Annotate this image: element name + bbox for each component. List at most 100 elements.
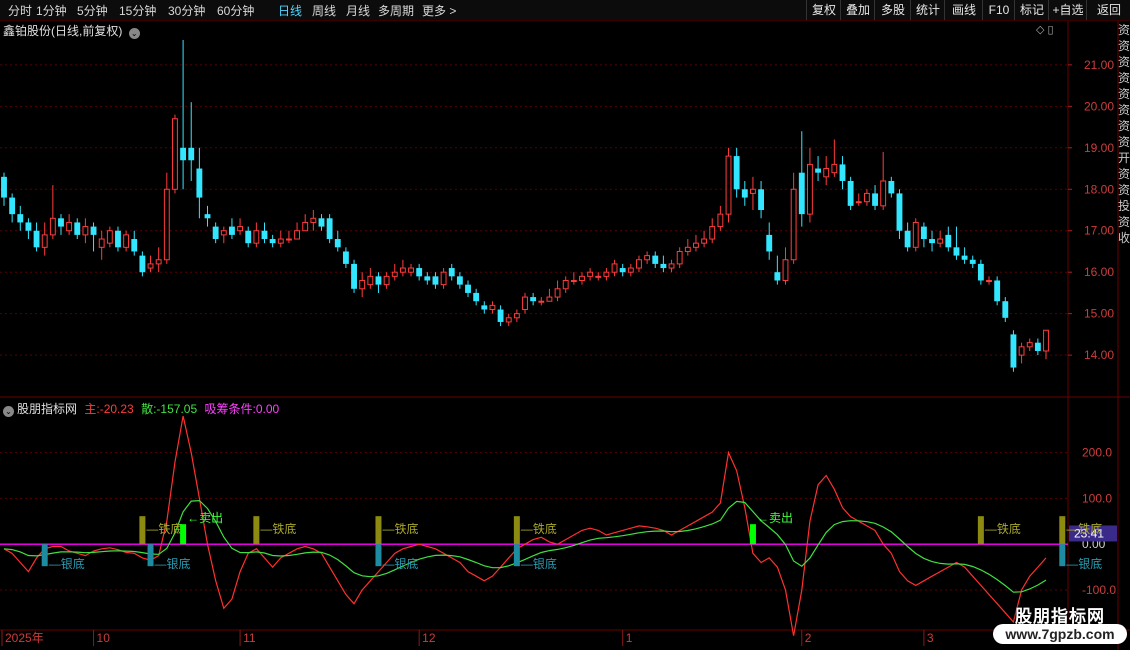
candle-body bbox=[652, 255, 659, 264]
candle-body bbox=[806, 163, 813, 215]
x-axis-label: 2025年 bbox=[5, 631, 44, 645]
candle-body bbox=[863, 192, 870, 203]
candle-body bbox=[1026, 342, 1033, 348]
candle-body bbox=[489, 304, 496, 311]
candle-body bbox=[798, 172, 805, 215]
x-axis-label: 3 bbox=[927, 631, 934, 645]
candle-body bbox=[465, 284, 471, 293]
candle-body bbox=[741, 189, 748, 198]
candle-body bbox=[1002, 301, 1009, 318]
yin-di-label: —银底 bbox=[521, 556, 557, 571]
candle-body bbox=[318, 218, 325, 227]
candle-body bbox=[717, 213, 724, 228]
candle-body bbox=[229, 226, 235, 235]
tie-di-bar bbox=[977, 516, 984, 545]
candle-body bbox=[790, 188, 797, 261]
candle-body bbox=[106, 230, 113, 244]
yin-di-bar bbox=[147, 544, 154, 567]
x-axis-label: 1 bbox=[626, 631, 633, 645]
x-axis-label: 12 bbox=[422, 631, 436, 645]
kline-chart[interactable]: 21.00 20.00 19.00 18.00 17.00 16.00 15.00 14.00… bbox=[0, 0, 1130, 650]
yin-di-bar bbox=[1059, 544, 1066, 567]
candle-body bbox=[1043, 329, 1049, 352]
candle-body bbox=[1034, 342, 1041, 351]
candle-body bbox=[969, 259, 976, 264]
candle-body bbox=[701, 238, 708, 244]
candle-body bbox=[253, 230, 260, 244]
candle-body bbox=[733, 156, 740, 190]
candle-body bbox=[123, 234, 130, 248]
candle-body bbox=[408, 267, 414, 273]
candle-body bbox=[619, 268, 626, 273]
price-tick-label: 14.00 bbox=[1084, 348, 1114, 362]
tie-di-label: —铁底 bbox=[985, 521, 1021, 536]
sell-bar bbox=[749, 524, 756, 545]
candle-body bbox=[546, 296, 553, 302]
candle-body bbox=[367, 275, 374, 286]
candle-body bbox=[570, 279, 577, 282]
sell-label: ←卖出 bbox=[757, 511, 793, 525]
sell-label: ←卖出 bbox=[187, 511, 223, 525]
candle-body bbox=[237, 226, 244, 232]
candle-body bbox=[611, 263, 618, 273]
candle-body bbox=[399, 267, 406, 273]
candle-body bbox=[115, 230, 121, 248]
candle-body bbox=[961, 255, 968, 260]
candle-body bbox=[627, 267, 634, 273]
candle-body bbox=[204, 214, 211, 219]
candle-body bbox=[25, 222, 32, 231]
candle-body bbox=[473, 292, 480, 302]
yin-di-label: —银底 bbox=[155, 556, 191, 571]
candle-body bbox=[188, 147, 195, 161]
tie-di-label: —铁底 bbox=[146, 521, 182, 536]
candle-body bbox=[1018, 346, 1025, 356]
candle-body bbox=[644, 255, 651, 261]
candle-body bbox=[920, 226, 927, 240]
tie-di-label: —铁底 bbox=[260, 521, 296, 536]
yin-di-bar bbox=[513, 544, 520, 567]
candle-body bbox=[147, 263, 154, 269]
candle-body bbox=[513, 313, 520, 319]
candle-body bbox=[522, 296, 528, 311]
candle-body bbox=[440, 271, 447, 286]
yin-di-label: —银底 bbox=[49, 556, 85, 571]
tie-di-label: —铁底 bbox=[521, 521, 557, 536]
tie-di-bar bbox=[513, 516, 520, 545]
candle-body bbox=[693, 242, 699, 248]
right-info-strip: 资资资资资资资资开资资投资收 bbox=[1118, 23, 1130, 245]
candle-body bbox=[82, 226, 89, 236]
tie-di-bar bbox=[1059, 516, 1066, 545]
candle-body bbox=[888, 180, 895, 194]
candle-body bbox=[155, 259, 162, 265]
candle-body bbox=[896, 193, 903, 231]
candle-body bbox=[90, 226, 97, 235]
price-tick-label: 17.00 bbox=[1084, 224, 1114, 238]
candle-body bbox=[245, 230, 252, 244]
candle-body bbox=[302, 221, 309, 232]
candle-body bbox=[668, 263, 675, 269]
price-tick-label: 18.00 bbox=[1084, 182, 1114, 196]
candle-body bbox=[855, 201, 862, 204]
candle-body bbox=[41, 234, 48, 248]
candle-body bbox=[326, 218, 333, 240]
price-tick-label: 15.00 bbox=[1084, 307, 1114, 321]
tie-di-bar bbox=[139, 516, 146, 545]
candle-body bbox=[391, 271, 398, 277]
candle-body bbox=[774, 272, 781, 281]
site-watermark: 股朋指标网 www.7gpzb.com bbox=[985, 598, 1130, 650]
candle-body bbox=[945, 234, 952, 248]
candle-body bbox=[375, 276, 382, 285]
candle-body bbox=[839, 164, 846, 181]
candle-body bbox=[285, 238, 292, 241]
candle-body bbox=[912, 221, 919, 248]
candle-body bbox=[595, 275, 602, 278]
candle-body bbox=[538, 300, 545, 303]
candle-body bbox=[579, 275, 585, 281]
candle-body bbox=[831, 163, 838, 174]
candle-body bbox=[587, 271, 594, 277]
candle-body bbox=[758, 189, 765, 210]
candle-body bbox=[986, 279, 992, 282]
candle-body bbox=[904, 230, 911, 248]
candle-body bbox=[937, 238, 944, 244]
yin-di-bar bbox=[375, 544, 382, 567]
